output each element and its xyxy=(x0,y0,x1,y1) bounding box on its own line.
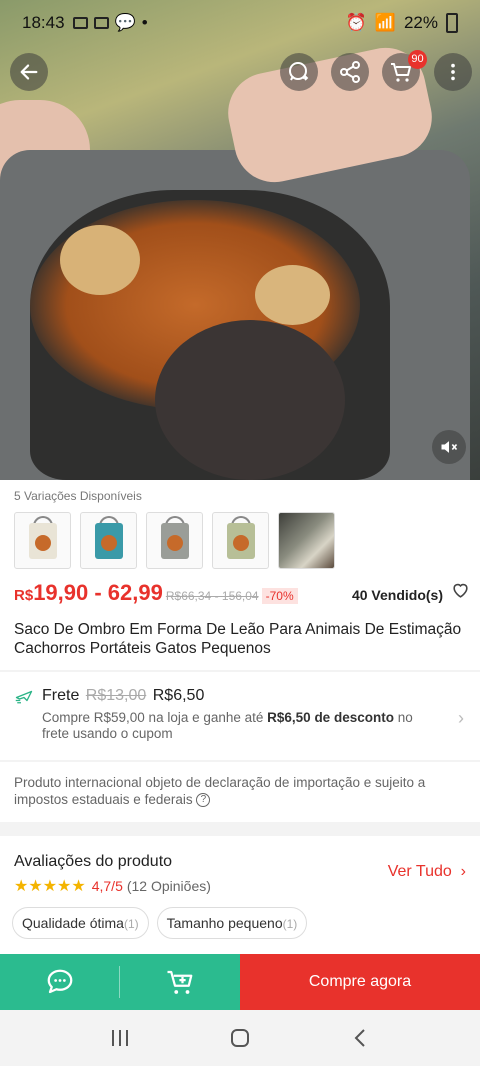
battery-text: 22% xyxy=(403,13,438,32)
screen-icon xyxy=(72,17,88,29)
variation-thumb-1[interactable] xyxy=(14,512,71,569)
review-tag-label: Qualidade ótima xyxy=(22,915,124,931)
nav-back-button[interactable] xyxy=(340,1018,380,1058)
help-icon[interactable]: ? xyxy=(196,793,211,808)
lion-face-shape xyxy=(233,535,249,551)
see-all-label: Ver Tudo xyxy=(387,863,452,880)
add-to-cart-button[interactable] xyxy=(120,954,239,1010)
variation-thumb-photo[interactable] xyxy=(278,512,335,569)
shipping-old-price: R$13,00 xyxy=(85,687,147,704)
battery-icon xyxy=(446,13,458,33)
shipping-desc-prefix: Compre R$59,00 na loja e ganhe até xyxy=(42,710,268,725)
recent-apps-button[interactable] xyxy=(100,1018,140,1058)
import-note-panel: Produto internacional objeto de declaraç… xyxy=(0,762,480,822)
cart-plus-icon xyxy=(167,970,192,994)
rating-stars-icon: ★★★★★ xyxy=(14,878,86,895)
see-all-reviews-link[interactable]: Ver Tudo › xyxy=(388,863,466,881)
old-price: R$66,34 - 156,04 xyxy=(165,589,259,603)
whatsapp-button[interactable] xyxy=(280,53,318,91)
reviews-panel: Avaliações do produto ★★★★★ 4,7/5 (12 Op… xyxy=(0,836,480,956)
price-range: 19,90 - 62,99 xyxy=(33,580,163,605)
chevron-right-icon: › xyxy=(458,708,464,728)
buy-now-button[interactable]: Compre agora xyxy=(240,954,480,1010)
lion-ear-right xyxy=(255,265,330,325)
product-title: Saco De Ombro Em Forma De Leão Para Anim… xyxy=(14,621,462,657)
reviews-title: Avaliações do produto xyxy=(14,853,173,870)
more-button[interactable] xyxy=(434,53,472,91)
review-count: (12 Opiniões) xyxy=(126,878,211,894)
import-note-text: Produto internacional objeto de declaraç… xyxy=(14,775,426,807)
variations-label: 5 Variações Disponíveis xyxy=(14,489,142,503)
chevron-right-icon: › xyxy=(456,863,466,880)
variation-thumb-2[interactable] xyxy=(80,512,137,569)
mute-icon xyxy=(441,441,458,453)
wishlist-button[interactable] xyxy=(451,581,470,605)
product-info-panel: 5 Variações Disponíveis R$ 19,90 - 62,99… xyxy=(0,480,480,670)
shipping-label: Frete xyxy=(42,687,80,704)
mute-button[interactable] xyxy=(432,430,466,464)
pet-in-bag xyxy=(155,320,345,480)
sold-count: 40 Vendido(s) xyxy=(351,587,443,603)
action-bar: Compre agora xyxy=(0,954,480,1010)
lion-face-shape xyxy=(35,535,51,551)
review-tags: Qualidade ótima(1) Tamanho pequeno(1) xyxy=(12,907,308,939)
variation-thumb-4[interactable] xyxy=(212,512,269,569)
recent-apps-icon xyxy=(112,1030,128,1046)
alarm-icon: ⏰ xyxy=(345,13,367,32)
share-button[interactable] xyxy=(331,53,369,91)
notification-icons: 💬 • xyxy=(72,13,148,33)
home-icon xyxy=(231,1029,249,1047)
back-arrow-icon xyxy=(20,64,38,80)
shipping-panel[interactable]: Frete R$13,00 R$6,50 Compre R$59,00 na l… xyxy=(0,672,480,760)
discount-badge: -70% xyxy=(261,588,298,604)
cart-button[interactable]: 90 xyxy=(382,50,427,91)
system-nav-bar xyxy=(0,1010,480,1066)
chat-icon xyxy=(47,969,72,994)
shipping-price: Frete R$13,00 R$6,50 xyxy=(42,687,204,705)
review-tag-count: (1) xyxy=(123,917,139,931)
status-time: 18:43 xyxy=(22,13,65,32)
dot-icon: • xyxy=(141,13,148,32)
plane-icon xyxy=(15,690,33,704)
cart-badge: 90 xyxy=(408,50,427,69)
share-icon xyxy=(340,61,360,83)
home-button[interactable] xyxy=(220,1018,260,1058)
more-vertical-icon xyxy=(451,63,455,81)
review-tag-label: Tamanho pequeno xyxy=(166,915,283,931)
whatsapp-icon xyxy=(289,62,309,81)
lion-ear-left xyxy=(60,225,140,295)
wifi-icon: 📶 xyxy=(374,13,396,32)
variation-thumb-3[interactable] xyxy=(146,512,203,569)
gallery-icon xyxy=(93,17,109,29)
rating-summary: ★★★★★ 4,7/5 (12 Opiniões) xyxy=(14,876,211,896)
chat-button[interactable] xyxy=(0,954,119,1010)
nav-back-icon xyxy=(354,1029,365,1047)
price-currency: R$ xyxy=(14,587,34,604)
shipping-description: Compre R$59,00 na loja e ganhe até R$6,5… xyxy=(42,710,442,742)
message-icon: 💬 xyxy=(114,13,136,32)
review-tag[interactable]: Tamanho pequeno(1) xyxy=(156,907,308,939)
rating-value: 4,7/5 xyxy=(91,878,123,894)
review-tag[interactable]: Qualidade ótima(1) xyxy=(12,907,149,939)
status-bar: 18:43 💬 • ⏰ 📶 22% xyxy=(0,0,480,46)
review-tag-count: (1) xyxy=(282,917,298,931)
shipping-new-price: R$6,50 xyxy=(152,687,205,704)
heart-icon xyxy=(453,583,468,598)
lion-face-shape xyxy=(167,535,183,551)
price-row: R$ 19,90 - 62,99 R$66,34 - 156,04 -70% 4… xyxy=(14,580,470,606)
lion-face-shape xyxy=(101,535,117,551)
shipping-desc-bold: R$6,50 de desconto xyxy=(267,710,394,725)
action-bar-left xyxy=(0,954,240,1010)
variation-thumbnails xyxy=(14,512,335,569)
back-button[interactable] xyxy=(10,53,48,91)
import-note: Produto internacional objeto de declaraç… xyxy=(14,774,469,808)
system-icons: ⏰ 📶 22% xyxy=(346,13,458,33)
